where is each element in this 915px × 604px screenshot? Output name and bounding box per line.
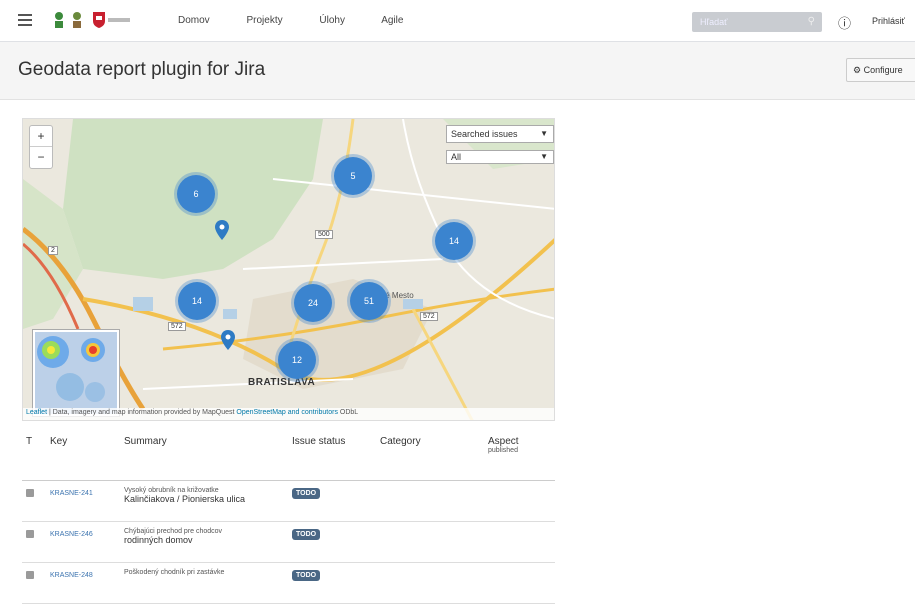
layer-select-value: Searched issues xyxy=(451,129,518,139)
menu-icon[interactable] xyxy=(18,14,32,26)
issues-table: T Key Summary Issue status Category Aspe… xyxy=(22,430,555,604)
table-header-row: T Key Summary Issue status Category Aspe… xyxy=(22,430,555,481)
zoom-in-button[interactable]: + xyxy=(30,126,52,147)
issue-summary-line[interactable]: Chýbajúci prechod pre chodcov xyxy=(124,528,284,535)
zoom-control: + − xyxy=(29,125,53,169)
search-icon: ⚲ xyxy=(807,16,815,27)
issue-summary-line[interactable]: rodinných domov xyxy=(124,535,284,545)
nav-item-projects[interactable]: Projekty xyxy=(246,15,282,26)
search-placeholder: Hľadať xyxy=(700,17,728,27)
issue-key-link[interactable]: KRASNE-246 xyxy=(50,531,93,538)
issue-summary-line[interactable]: Poškodený chodník pri zastávke xyxy=(124,569,284,576)
app-logo-icon[interactable] xyxy=(52,11,66,29)
chevron-down-icon: ▼ xyxy=(540,129,548,138)
issue-type-icon xyxy=(26,530,34,538)
issue-cluster-marker[interactable]: 5 xyxy=(334,157,372,195)
issue-cluster-marker[interactable]: 6 xyxy=(177,175,215,213)
column-header-key[interactable]: Key xyxy=(46,430,120,481)
issue-summary-line[interactable]: Vysoký obrubník na križovatke xyxy=(124,487,284,494)
search-input[interactable]: Hľadať ⚲ xyxy=(692,12,822,32)
city-label: BRATISLAVA xyxy=(248,377,316,388)
aspect-cell xyxy=(484,521,555,563)
category-cell xyxy=(376,480,484,522)
status-badge: TODO xyxy=(292,529,321,540)
issue-key-link[interactable]: KRASNE-241 xyxy=(50,490,93,497)
app-logo-icon[interactable] xyxy=(70,11,84,29)
issue-cluster-marker[interactable]: 12 xyxy=(278,341,316,379)
aspect-cell xyxy=(484,480,555,522)
road-label: 572 xyxy=(168,322,186,331)
aspect-cell xyxy=(484,562,555,604)
table-row[interactable]: KRASNE-248 Poškodený chodník pri zastávk… xyxy=(22,562,555,604)
filter-select-value: All xyxy=(451,152,462,162)
issue-key-link[interactable]: KRASNE-248 xyxy=(50,572,93,579)
nav-item-agile[interactable]: Agile xyxy=(381,15,403,26)
map-attribution: Leaflet | Data, imagery and map informat… xyxy=(23,408,554,420)
configure-button[interactable]: ⚙ Configure xyxy=(846,58,915,82)
nav-item-issues[interactable]: Úlohy xyxy=(319,15,345,26)
city-crest-logo[interactable] xyxy=(92,11,132,29)
chevron-down-icon: ▼ xyxy=(540,152,548,161)
status-badge: TODO xyxy=(292,488,321,499)
osm-link[interactable]: OpenStreetMap and contributors xyxy=(236,409,338,416)
category-cell xyxy=(376,521,484,563)
heatmap-minimap[interactable] xyxy=(33,330,119,416)
geodata-map[interactable]: + − Searched issues ▼ All ▼ 2 500 572 57… xyxy=(22,118,555,421)
column-header-summary[interactable]: Summary xyxy=(120,430,288,481)
zoom-out-button[interactable]: − xyxy=(30,147,52,167)
column-header-category[interactable]: Category xyxy=(376,430,484,481)
top-navigation-bar: Domov Projekty Úlohy Agile Hľadať ⚲ ⓘ Pr… xyxy=(0,0,915,42)
table-row[interactable]: KRASNE-246 Chýbajúci prechod pre chodcov… xyxy=(22,521,555,563)
heatmap-graphic xyxy=(35,332,117,414)
table-row[interactable]: KRASNE-241 Vysoký obrubník na križovatke… xyxy=(22,480,555,522)
column-header-type[interactable]: T xyxy=(22,430,46,481)
aspect-header-label: Aspect xyxy=(488,436,519,447)
road-label: 2 xyxy=(48,246,58,255)
column-header-aspect[interactable]: Aspect published xyxy=(484,430,555,481)
issue-summary-line[interactable]: Kalinčiakova / Pionierska ulica xyxy=(124,494,284,504)
issue-cluster-marker[interactable]: 51 xyxy=(350,282,388,320)
map-pin-icon[interactable] xyxy=(215,220,229,240)
issue-cluster-marker[interactable]: 14 xyxy=(435,222,473,260)
column-header-status[interactable]: Issue status xyxy=(288,430,376,481)
issue-type-icon xyxy=(26,571,34,579)
issue-cluster-marker[interactable]: 14 xyxy=(178,282,216,320)
login-link[interactable]: Prihlásiť xyxy=(872,16,905,26)
configure-label: Configure xyxy=(863,65,903,75)
layer-select[interactable]: Searched issues ▼ xyxy=(446,125,554,143)
map-pin-icon[interactable] xyxy=(221,330,235,350)
help-icon[interactable]: ⓘ xyxy=(838,13,851,32)
aspect-header-sub: published xyxy=(488,447,518,454)
road-label: 572 xyxy=(420,312,438,321)
category-cell xyxy=(376,562,484,604)
road-label: 500 xyxy=(315,230,333,239)
attribution-text: | Data, imagery and map information prov… xyxy=(47,409,237,416)
nav-item-home[interactable]: Domov xyxy=(178,15,210,26)
issue-type-icon xyxy=(26,489,34,497)
main-nav: Domov Projekty Úlohy Agile xyxy=(178,15,437,26)
page-title: Geodata report plugin for Jira xyxy=(18,59,266,80)
page-header: Geodata report plugin for Jira ⚙ Configu… xyxy=(0,42,915,100)
gear-icon: ⚙ xyxy=(853,65,862,75)
license-text: ODbL xyxy=(337,409,359,416)
issue-cluster-marker[interactable]: 24 xyxy=(294,284,332,322)
filter-select[interactable]: All ▼ xyxy=(446,150,554,164)
status-badge: TODO xyxy=(292,570,321,581)
leaflet-link[interactable]: Leaflet xyxy=(26,409,47,416)
